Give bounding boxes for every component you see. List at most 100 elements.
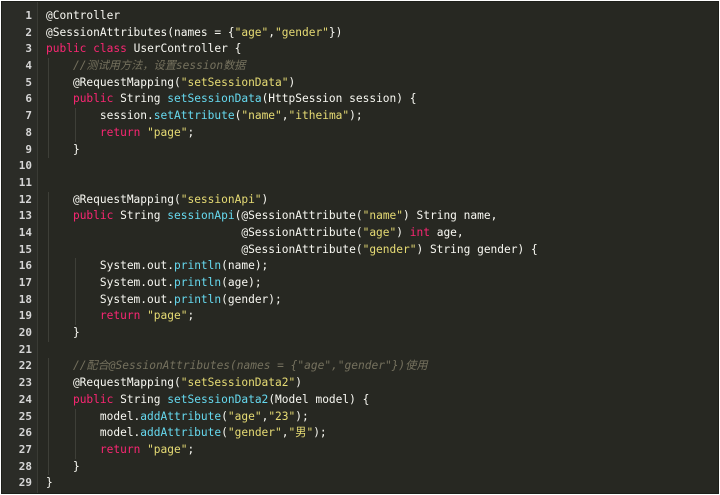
code-token: ); [313,426,327,440]
code-token: println [173,292,222,306]
code-token: "setSessionData" [180,75,289,89]
code-text: @SessionAttributes(names = {"age","gende… [46,25,342,42]
code-token: (HttpSession session) { [261,92,417,106]
code-text: @SessionAttribute("gender") String gende… [46,242,537,259]
line-number: 3 [25,42,32,56]
code-text: } [46,142,80,159]
code-line: 3 public class UserController { [2,41,718,58]
code-line: 24 public String setSessionData2(Model m… [2,391,718,409]
line-number: 7 [25,109,32,123]
code-token: "gender" [362,242,417,256]
code-line: 27 return "page"; [2,441,718,459]
code-text: System.out.println(name); [46,258,268,275]
code-token: ); [349,109,363,123]
code-line: 17 System.out.println(age); [2,275,718,292]
code-token: return [99,442,141,456]
code-line: 26 model.addAttribute("gender","男"); [2,425,718,442]
code-token: ) String name, [403,209,498,223]
line-number: 1 [25,9,32,22]
code-token: String [113,209,168,223]
code-token: public [46,42,87,56]
code-text: return "page"; [46,125,194,142]
code-token: "name" [241,109,282,123]
code-token: "setSessionData2" [180,376,296,390]
code-token: @RequestMapping( [46,192,181,206]
line-number: 29 [18,476,32,490]
code-text: public class UserController { [46,41,241,58]
code-editor[interactable]: 1 @Controller 2 @SessionAttributes(names = … [1,1,719,494]
line-number: 16 [18,259,32,273]
code-token: ; [187,442,195,456]
code-token: "age" [227,409,262,423]
code-line: 1 @Controller [2,8,718,25]
code-token: ) [295,376,302,390]
code-area[interactable]: 1 @Controller 2 @SessionAttributes(names = … [2,8,718,492]
code-token: (@SessionAttribute( [234,209,363,223]
code-text: public String setSessionData(HttpSession… [46,91,417,108]
code-text: public String setSessionData2(Model mode… [46,392,369,409]
code-token: }) [328,25,343,39]
code-token: (gender); [221,292,282,306]
code-text: session.setAttribute("name","itheima"); [46,108,363,125]
code-token: "page" [147,309,188,323]
code-line: 15 @SessionAttribute("gender") String ge… [2,241,718,259]
code-token: "男" [288,426,314,440]
line-number: 23 [18,376,32,390]
code-token: model. [46,426,141,440]
code-text: @SessionAttribute("age") int age, [46,225,463,242]
code-token: setAttribute [153,109,235,123]
line-number: 11 [18,175,32,189]
code-token: setSessionData [167,92,262,106]
code-line: 23 @RequestMapping("setSessionData2") [2,375,718,392]
code-token: System.out. [46,259,174,273]
line-number: 5 [25,75,32,89]
line-number: 19 [18,309,32,323]
code-token: } [46,459,80,473]
line-number: 12 [18,192,32,206]
code-token: String [113,392,168,406]
code-token: //配合@SessionAttributes(names = {"age","g… [72,359,428,373]
line-number: 28 [18,459,32,473]
code-token: , [281,109,289,123]
code-token: return [99,309,141,323]
code-token: "name" [362,209,404,223]
code-token: "gender" [275,25,329,39]
code-token: @SessionAttributes(names = { [46,25,235,39]
code-token: "page" [147,442,188,456]
code-text: model.addAttribute("age","23"); [46,409,309,426]
code-text: return "page"; [46,308,194,325]
code-token: } [46,142,80,156]
line-number: 6 [25,92,32,106]
line-number: 20 [18,326,32,340]
code-token: ( [221,426,228,440]
line-number: 8 [25,125,32,139]
code-line: 6 public String setSessionData(HttpSessi… [2,91,718,109]
code-line: 12 @RequestMapping("sessionApi") [2,191,718,209]
code-token: public [72,209,114,223]
line-number: 18 [18,292,32,306]
code-token: "gender" [227,426,282,440]
code-line: 2 @SessionAttributes(names = {"age","gend… [2,25,718,42]
code-token: model. [46,409,141,423]
code-token: ) [288,75,296,89]
line-number: 10 [18,159,32,173]
code-token: ) [396,225,410,239]
code-text: //配合@SessionAttributes(names = {"age","g… [46,358,428,375]
code-token: (age); [221,276,262,289]
code-token: System.out. [46,292,174,306]
code-line: 7 session.setAttribute("name","itheima")… [2,108,718,125]
code-line: 20 } [2,325,718,342]
line-number: 26 [18,426,32,440]
code-token: , [281,426,289,440]
code-line: 14 @SessionAttribute("age") int age, [2,224,718,242]
line-number: 17 [18,276,32,289]
code-text: @RequestMapping("setSessionData2") [46,375,302,392]
code-line: 29} [2,475,718,492]
code-token: } [46,476,53,490]
